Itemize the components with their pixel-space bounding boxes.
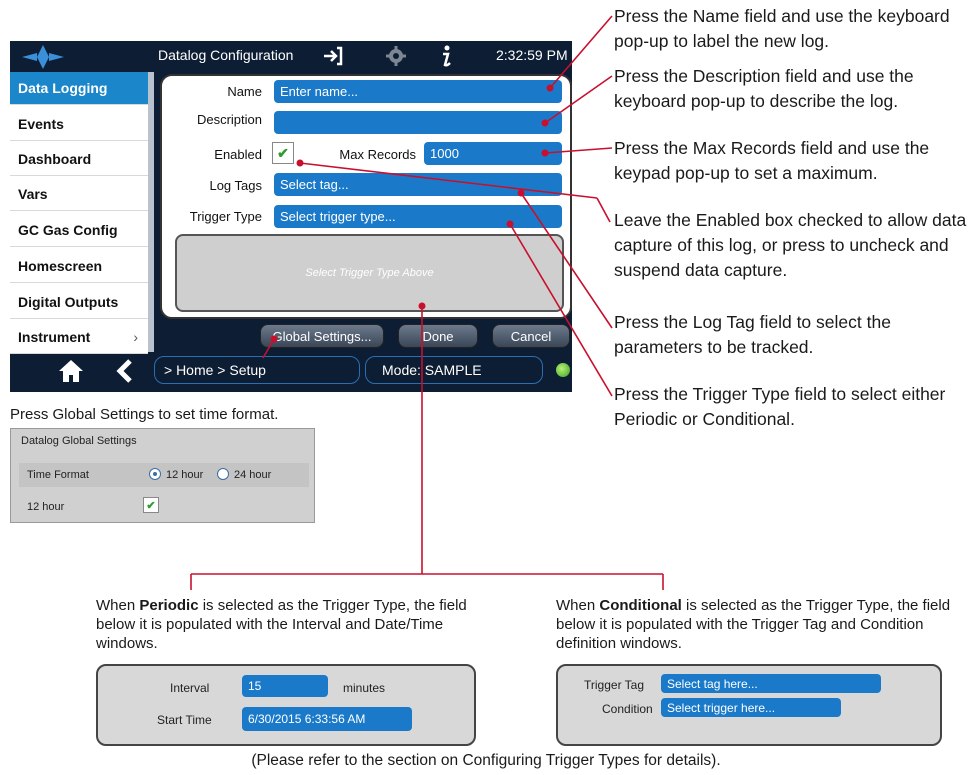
condition-label: Condition [602, 702, 653, 716]
periodic-description: When Periodic is selected as the Trigger… [96, 597, 467, 652]
trigger-tag-field[interactable]: Select tag here... [661, 674, 881, 693]
radio-12-hour-label: 12 hour [166, 469, 204, 481]
global-settings-note: Press Global Settings to set time format… [10, 406, 279, 423]
interval-field[interactable]: 15 [242, 675, 328, 697]
start-time-label: Start Time [157, 713, 212, 727]
row2-checkbox[interactable]: ✔ [143, 497, 159, 513]
conditional-description: When Conditional is selected as the Trig… [556, 597, 951, 652]
dialog-title: Datalog Global Settings [21, 435, 137, 447]
interval-label: Interval [170, 681, 210, 695]
trigger-tag-label: Trigger Tag [584, 678, 645, 692]
row2-label: 12 hour [27, 501, 65, 513]
radio-12-hour[interactable] [149, 468, 161, 480]
global-settings-dialog: Datalog Global Settings Time Format 12 h… [10, 428, 315, 523]
callout-lines [190, 15, 664, 590]
condition-field[interactable]: Select trigger here... [661, 698, 841, 717]
interval-unit: minutes [343, 681, 386, 695]
radio-24-hour[interactable] [217, 468, 229, 480]
start-time-field[interactable]: 6/30/2015 6:33:56 AM [242, 707, 412, 731]
radio-24-hour-label: 24 hour [234, 469, 272, 481]
footer-note: (Please refer to the section on Configur… [251, 752, 721, 769]
time-format-label: Time Format [27, 469, 89, 481]
